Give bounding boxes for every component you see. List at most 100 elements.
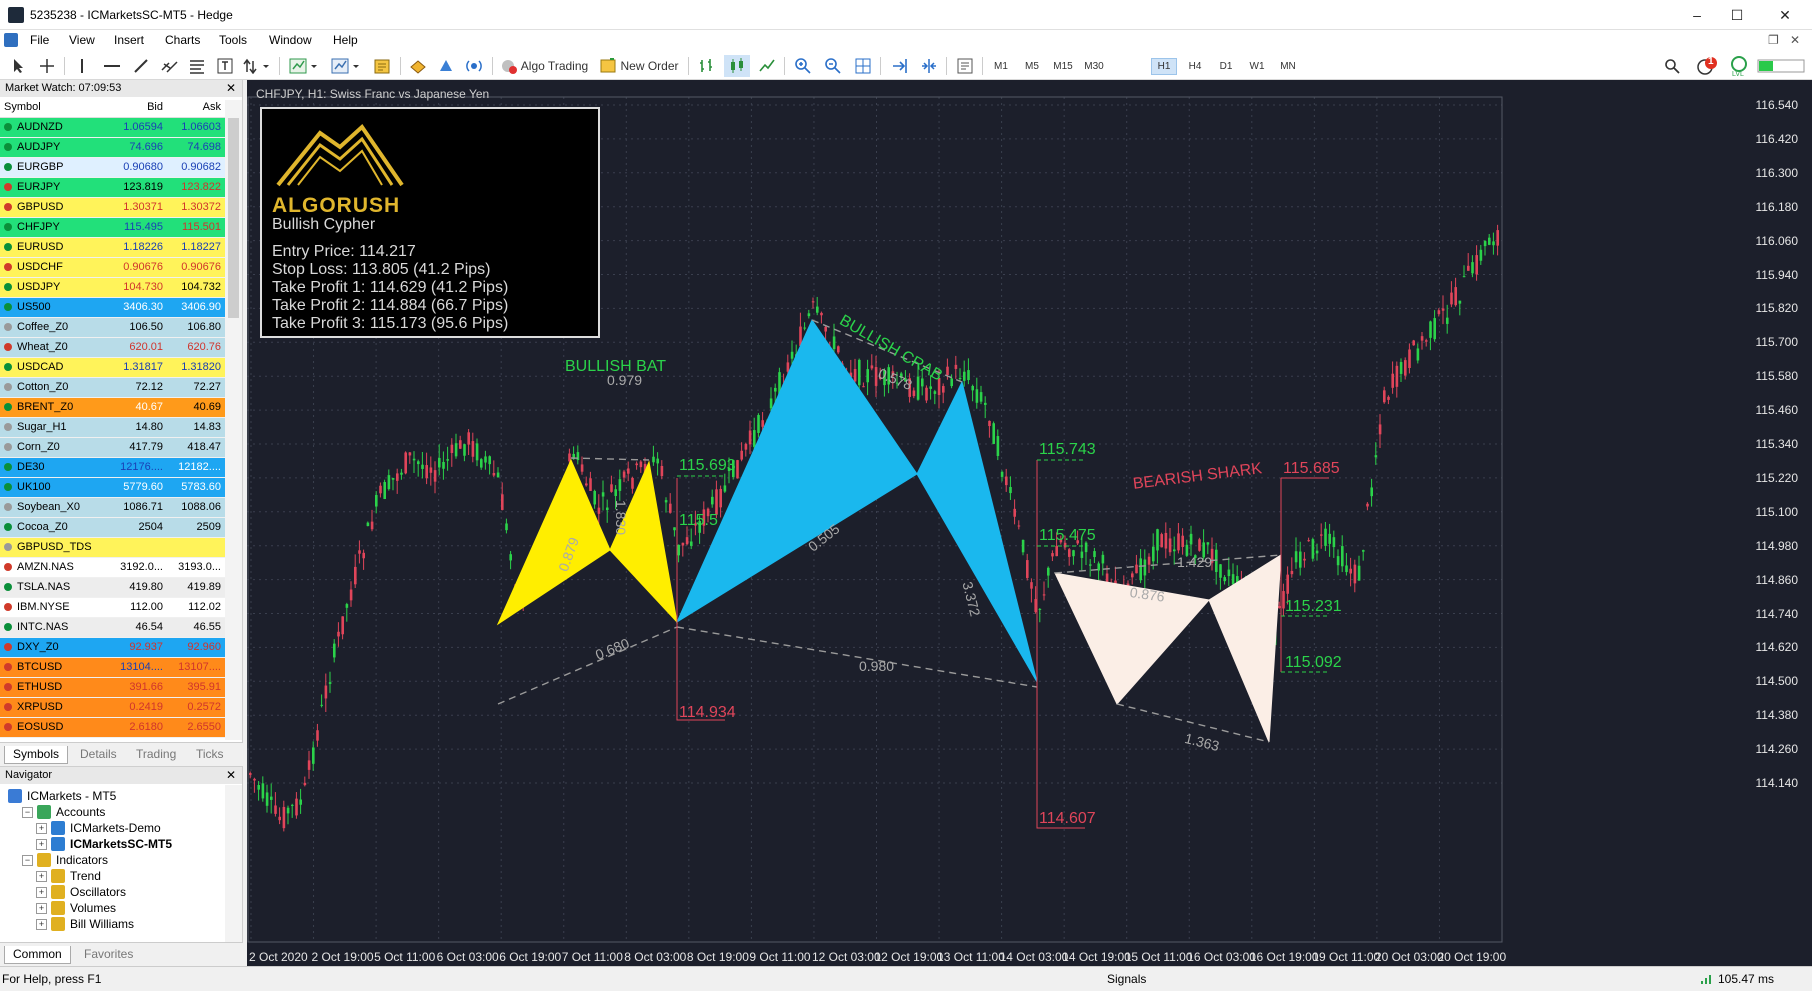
market-watch-row[interactable]: AUDJPY 74.696 74.698 xyxy=(0,137,225,158)
market-watch-row[interactable]: IBM.NYSE 112.00 112.02 xyxy=(0,597,225,618)
menu-view[interactable]: View xyxy=(69,33,95,47)
new-order-button[interactable]: New Order xyxy=(596,55,682,77)
market-watch-row[interactable]: INTC.NAS 46.54 46.55 xyxy=(0,617,225,638)
fibonacci-icon[interactable] xyxy=(186,55,208,77)
menu-tools[interactable]: Tools xyxy=(219,33,247,47)
market-watch-row[interactable]: GBPUSD 1.30371 1.30372 xyxy=(0,197,225,218)
timeframe-m5[interactable]: M5 xyxy=(1019,58,1045,75)
timeframe-h1[interactable]: H1 xyxy=(1151,58,1177,75)
menu-charts[interactable]: Charts xyxy=(165,33,200,47)
market-watch-row[interactable]: EOSUSD 2.6180 2.6550 xyxy=(0,717,225,738)
chart-shift-icon[interactable] xyxy=(916,55,942,77)
profiles-icon[interactable] xyxy=(370,55,394,77)
expand-toggle-icon[interactable]: + xyxy=(36,918,47,930)
market-watch-row[interactable]: BRENT_Z0 40.67 40.69 xyxy=(0,397,225,418)
market-watch-row[interactable]: EURJPY 123.819 123.822 xyxy=(0,177,225,198)
search-icon[interactable] xyxy=(1660,55,1684,77)
market-watch-row[interactable]: Wheat_Z0 620.01 620.76 xyxy=(0,337,225,358)
trendline-icon[interactable] xyxy=(130,55,152,77)
timeframe-m15[interactable]: M15 xyxy=(1050,58,1076,75)
close-panel-icon[interactable]: ✕ xyxy=(226,81,236,95)
timeframe-m30[interactable]: M30 xyxy=(1081,58,1107,75)
col-ask[interactable]: Ask xyxy=(167,97,225,118)
new-chart-icon[interactable] xyxy=(286,55,322,77)
expand-toggle-icon[interactable]: + xyxy=(36,902,47,914)
signals-status[interactable]: Signals xyxy=(1107,972,1146,986)
timeframe-d1[interactable]: D1 xyxy=(1213,58,1239,75)
market-watch-row[interactable]: DE30 12176.... 12182.... xyxy=(0,457,225,478)
col-bid[interactable]: Bid xyxy=(111,97,167,118)
market-watch-row[interactable]: Corn_Z0 417.79 418.47 xyxy=(0,437,225,458)
zoom-out-icon[interactable] xyxy=(820,55,846,77)
market-watch-row[interactable]: BTCUSD 13104.... 13107.... xyxy=(0,657,225,678)
menu-insert[interactable]: Insert xyxy=(114,33,144,47)
notifications-icon[interactable]: 1 xyxy=(1694,55,1720,77)
expand-toggle-icon[interactable]: + xyxy=(36,870,47,882)
cursor-tool-icon[interactable] xyxy=(8,55,30,77)
market-watch-row[interactable]: DXY_Z0 92.937 92.960 xyxy=(0,637,225,658)
navigator-scrollbar[interactable] xyxy=(225,785,242,943)
menu-help[interactable]: Help xyxy=(333,33,358,47)
text-tool-icon[interactable] xyxy=(214,55,236,77)
menu-window[interactable]: Window xyxy=(269,33,312,47)
period-separator-icon[interactable] xyxy=(952,55,978,77)
autoscroll-icon[interactable] xyxy=(886,55,912,77)
tab-details[interactable]: Details xyxy=(72,746,125,764)
market-watch-row[interactable]: US500 3406.30 3406.90 xyxy=(0,297,225,318)
candlestick-icon[interactable] xyxy=(724,55,750,77)
market-watch-row[interactable]: ETHUSD 391.66 395.91 xyxy=(0,677,225,698)
market-watch-row[interactable]: GBPUSD_TDS xyxy=(0,537,225,558)
tab-favorites[interactable]: Favorites xyxy=(76,946,141,964)
navigator-item[interactable]: + Bill Williams xyxy=(36,915,134,933)
market-watch-row[interactable]: Sugar_H1 14.80 14.83 xyxy=(0,417,225,438)
expand-toggle-icon[interactable]: + xyxy=(36,886,47,898)
market-watch-row[interactable]: AMZN.NAS 3192.0... 3193.0... xyxy=(0,557,225,578)
signals-icon[interactable] xyxy=(434,55,458,77)
market-watch-row[interactable]: USDJPY 104.730 104.732 xyxy=(0,277,225,298)
col-symbol[interactable]: Symbol xyxy=(0,97,111,118)
market-watch-row[interactable]: AUDNZD 1.06594 1.06603 xyxy=(0,117,225,138)
channel-tool-icon[interactable] xyxy=(158,55,182,77)
expand-toggle-icon[interactable]: + xyxy=(36,822,47,834)
line-chart-icon[interactable] xyxy=(754,55,780,77)
tab-trading[interactable]: Trading xyxy=(128,746,184,764)
market-watch-row[interactable]: Coffee_Z0 106.50 106.80 xyxy=(0,317,225,338)
market-watch-row[interactable]: XRPUSD 0.2419 0.2572 xyxy=(0,697,225,718)
market-watch-row[interactable]: USDCHF 0.90676 0.90676 xyxy=(0,257,225,278)
horizontal-line-icon[interactable] xyxy=(100,55,124,77)
market-watch-row[interactable]: EURGBP 0.90680 0.90682 xyxy=(0,157,225,178)
tab-ticks[interactable]: Ticks xyxy=(188,746,232,764)
close-chart-icon[interactable]: ✕ xyxy=(1790,33,1800,47)
close-window-button[interactable]: ✕ xyxy=(1762,0,1808,30)
maximize-button[interactable]: ☐ xyxy=(1714,0,1760,30)
timeframe-mn[interactable]: MN xyxy=(1275,58,1301,75)
tab-common[interactable]: Common xyxy=(4,946,71,964)
restore-icon[interactable]: ❐ xyxy=(1768,33,1779,47)
crosshair-tool-icon[interactable] xyxy=(36,55,58,77)
expand-toggle-icon[interactable]: + xyxy=(36,838,47,850)
account-level-icon[interactable]: LVL xyxy=(1726,55,1752,78)
market-watch-row[interactable]: Cotton_Z0 72.12 72.27 xyxy=(0,377,225,398)
market-icon[interactable] xyxy=(406,55,430,77)
expand-toggle-icon[interactable]: − xyxy=(22,854,33,866)
tab-symbols[interactable]: Symbols xyxy=(4,746,69,764)
market-watch-scrollbar[interactable] xyxy=(225,100,242,740)
market-watch-row[interactable]: USDCAD 1.31817 1.31820 xyxy=(0,357,225,378)
expand-toggle-icon[interactable]: − xyxy=(22,806,33,818)
chart-window[interactable]: CHFJPY, H1: Swiss Franc vs Japanese Yen … xyxy=(247,80,1812,966)
market-watch-row[interactable]: TSLA.NAS 419.80 419.89 xyxy=(0,577,225,598)
timeframe-m1[interactable]: M1 xyxy=(988,58,1014,75)
market-watch-row[interactable]: EURUSD 1.18226 1.18227 xyxy=(0,237,225,258)
algo-trading-button[interactable]: Algo Trading xyxy=(498,55,590,77)
timeframe-w1[interactable]: W1 xyxy=(1244,58,1270,75)
market-watch-row[interactable]: Cocoa_Z0 2504 2509 xyxy=(0,517,225,538)
zoom-in-icon[interactable] xyxy=(790,55,816,77)
tile-windows-icon[interactable] xyxy=(850,55,876,77)
bar-chart-icon[interactable] xyxy=(694,55,720,77)
templates-icon[interactable] xyxy=(328,55,364,77)
market-watch-row[interactable]: UK100 5779.60 5783.60 xyxy=(0,477,225,498)
menu-file[interactable]: File xyxy=(30,33,49,47)
close-navigator-icon[interactable]: ✕ xyxy=(226,768,236,782)
vertical-line-icon[interactable] xyxy=(72,55,92,77)
market-watch-row[interactable]: CHFJPY 115.495 115.501 xyxy=(0,217,225,238)
